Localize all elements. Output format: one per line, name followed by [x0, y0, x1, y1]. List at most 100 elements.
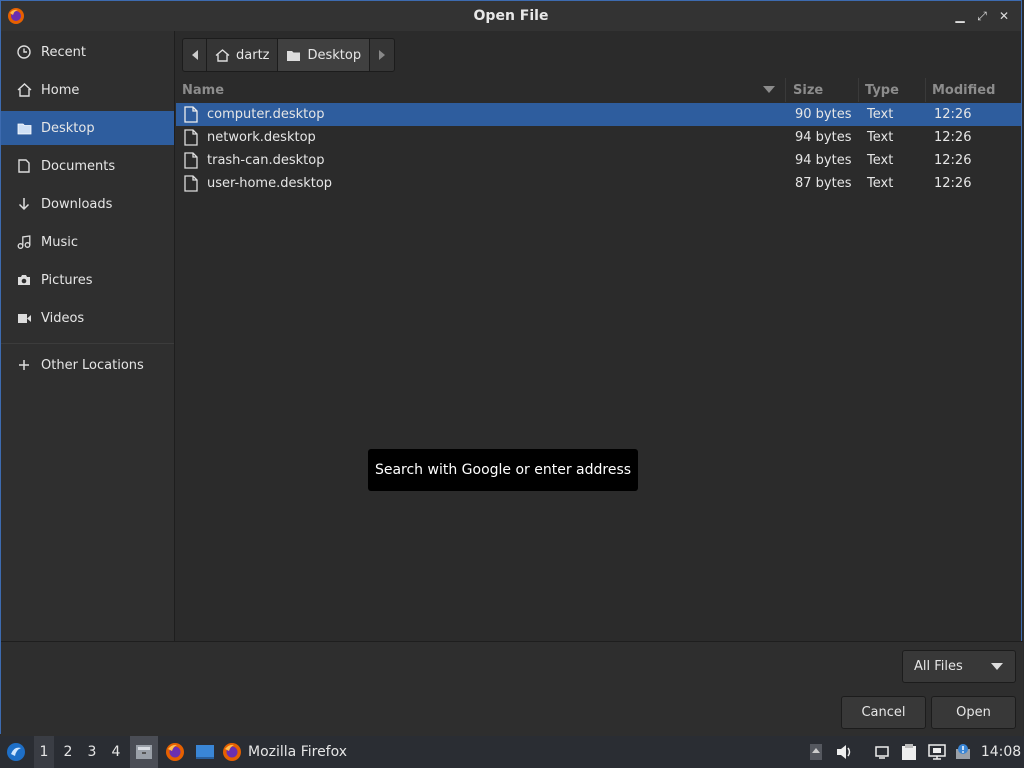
table-row[interactable]: computer.desktop 90 bytes Text 12:26	[176, 103, 1021, 126]
path-forward-button[interactable]	[370, 39, 394, 71]
sidebar-separator	[1, 343, 174, 344]
sidebar-item-music[interactable]: Music	[1, 225, 174, 259]
tray-arrow-icon	[810, 744, 822, 760]
workspace-1[interactable]: 1	[34, 736, 54, 768]
column-header-name[interactable]: Name	[176, 78, 786, 102]
file-type: Text	[867, 176, 894, 191]
path-segment-desktop[interactable]: Desktop	[278, 39, 371, 71]
table-row[interactable]: user-home.desktop 87 bytes Text 12:26	[176, 172, 1021, 195]
column-header-size[interactable]: Size	[787, 78, 859, 102]
path-segment-label: dartz	[236, 47, 270, 63]
path-segment-home[interactable]: dartz	[207, 39, 279, 71]
clipboard-icon	[902, 744, 916, 760]
speaker-icon	[837, 745, 851, 759]
sidebar-item-other-locations[interactable]: Other Locations	[1, 348, 174, 382]
file-modified: 12:26	[934, 153, 972, 168]
sidebar-item-videos[interactable]: Videos	[1, 301, 174, 335]
workspace-4[interactable]: 4	[106, 736, 126, 768]
sidebar-item-label: Recent	[41, 44, 86, 60]
file-type: Text	[867, 130, 894, 145]
file-size: 94 bytes	[795, 130, 852, 145]
file-list: Name Size Type Modified computer.desktop…	[176, 78, 1021, 641]
file-type: Text	[867, 107, 894, 122]
updates-button[interactable]	[952, 736, 974, 768]
sidebar-item-label: Pictures	[41, 272, 93, 288]
tray-scroll-button[interactable]	[806, 736, 826, 768]
sidebar-item-label: Documents	[41, 158, 116, 174]
minimize-button[interactable]: ▁	[951, 7, 969, 25]
update-notification-icon	[956, 744, 970, 759]
file-name: network.desktop	[207, 130, 316, 145]
table-row[interactable]: network.desktop 94 bytes Text 12:26	[176, 126, 1021, 149]
dialog-action-area: All Files Cancel Open	[1, 641, 1023, 736]
desktop-launcher[interactable]	[192, 736, 218, 768]
file-type: Text	[867, 153, 894, 168]
firefox-icon	[223, 743, 241, 761]
file-size: 87 bytes	[795, 176, 852, 191]
file-name: trash-can.desktop	[207, 153, 325, 168]
column-header-type[interactable]: Type	[859, 78, 926, 102]
sidebar-item-home[interactable]: Home	[1, 73, 174, 107]
file-icon	[184, 152, 198, 169]
clock[interactable]: 14:08	[978, 736, 1024, 768]
maximize-button[interactable]: ⤢	[973, 7, 991, 25]
file-filter-value: All Files	[914, 659, 963, 674]
dialog-title: Open File	[473, 8, 549, 24]
column-header-modified[interactable]: Modified	[926, 78, 1021, 102]
chevron-right-icon	[379, 50, 386, 60]
task-label: Mozilla Firefox	[248, 744, 348, 760]
path-bar: dartz Desktop	[182, 38, 396, 72]
sidebar-item-downloads[interactable]: Downloads	[1, 187, 174, 221]
file-modified: 12:26	[934, 130, 972, 145]
workspace-2[interactable]: 2	[58, 736, 78, 768]
open-button[interactable]: Open	[931, 696, 1016, 729]
download-icon	[15, 195, 33, 213]
music-icon	[15, 233, 33, 251]
start-menu-button[interactable]	[2, 736, 30, 768]
file-modified: 12:26	[934, 107, 972, 122]
clipboard-button[interactable]	[898, 736, 920, 768]
file-filter-dropdown[interactable]: All Files	[902, 650, 1016, 683]
camera-icon	[15, 271, 33, 289]
network-icon	[928, 744, 946, 760]
folder-icon	[287, 50, 301, 61]
plus-icon	[15, 356, 33, 374]
cancel-button[interactable]: Cancel	[841, 696, 926, 729]
task-firefox[interactable]: Mozilla Firefox	[222, 736, 372, 768]
path-back-button[interactable]	[183, 39, 207, 71]
sort-down-icon	[763, 86, 775, 93]
open-file-dialog: Open File ▁ ⤢ ✕ Recent Home Desktop Docu…	[0, 0, 1023, 736]
file-icon	[184, 175, 198, 192]
volume-button[interactable]	[834, 736, 856, 768]
sidebar-item-pictures[interactable]: Pictures	[1, 263, 174, 297]
sidebar-item-label: Videos	[41, 310, 85, 326]
home-icon	[15, 81, 33, 99]
sidebar-item-recent[interactable]: Recent	[1, 35, 174, 69]
file-modified: 12:26	[934, 176, 972, 191]
folder-icon	[15, 119, 33, 137]
title-bar: Open File ▁ ⤢ ✕	[1, 1, 1021, 31]
clock-icon	[15, 43, 33, 61]
sidebar-item-documents[interactable]: Documents	[1, 149, 174, 183]
firefox-launcher[interactable]	[162, 736, 188, 768]
network-button[interactable]	[926, 736, 948, 768]
firefox-icon	[166, 743, 184, 761]
workspace-3[interactable]: 3	[82, 736, 102, 768]
sidebar-item-label: Other Locations	[41, 357, 144, 373]
table-row[interactable]: trash-can.desktop 94 bytes Text 12:26	[176, 149, 1021, 172]
close-button[interactable]: ✕	[995, 7, 1013, 25]
file-size: 90 bytes	[795, 107, 852, 122]
home-icon	[215, 48, 230, 62]
document-icon	[15, 157, 33, 175]
file-size: 94 bytes	[795, 153, 852, 168]
file-icon	[184, 129, 198, 146]
show-desktop-button[interactable]	[872, 736, 892, 768]
sidebar-item-label: Desktop	[41, 120, 95, 136]
sidebar-item-desktop[interactable]: Desktop	[1, 111, 174, 145]
chevron-down-icon	[991, 663, 1003, 670]
video-icon	[15, 309, 33, 327]
file-manager-launcher[interactable]	[130, 736, 158, 768]
lxqt-logo-icon	[7, 743, 25, 761]
chevron-left-icon	[191, 50, 198, 60]
path-segment-label: Desktop	[307, 47, 362, 63]
